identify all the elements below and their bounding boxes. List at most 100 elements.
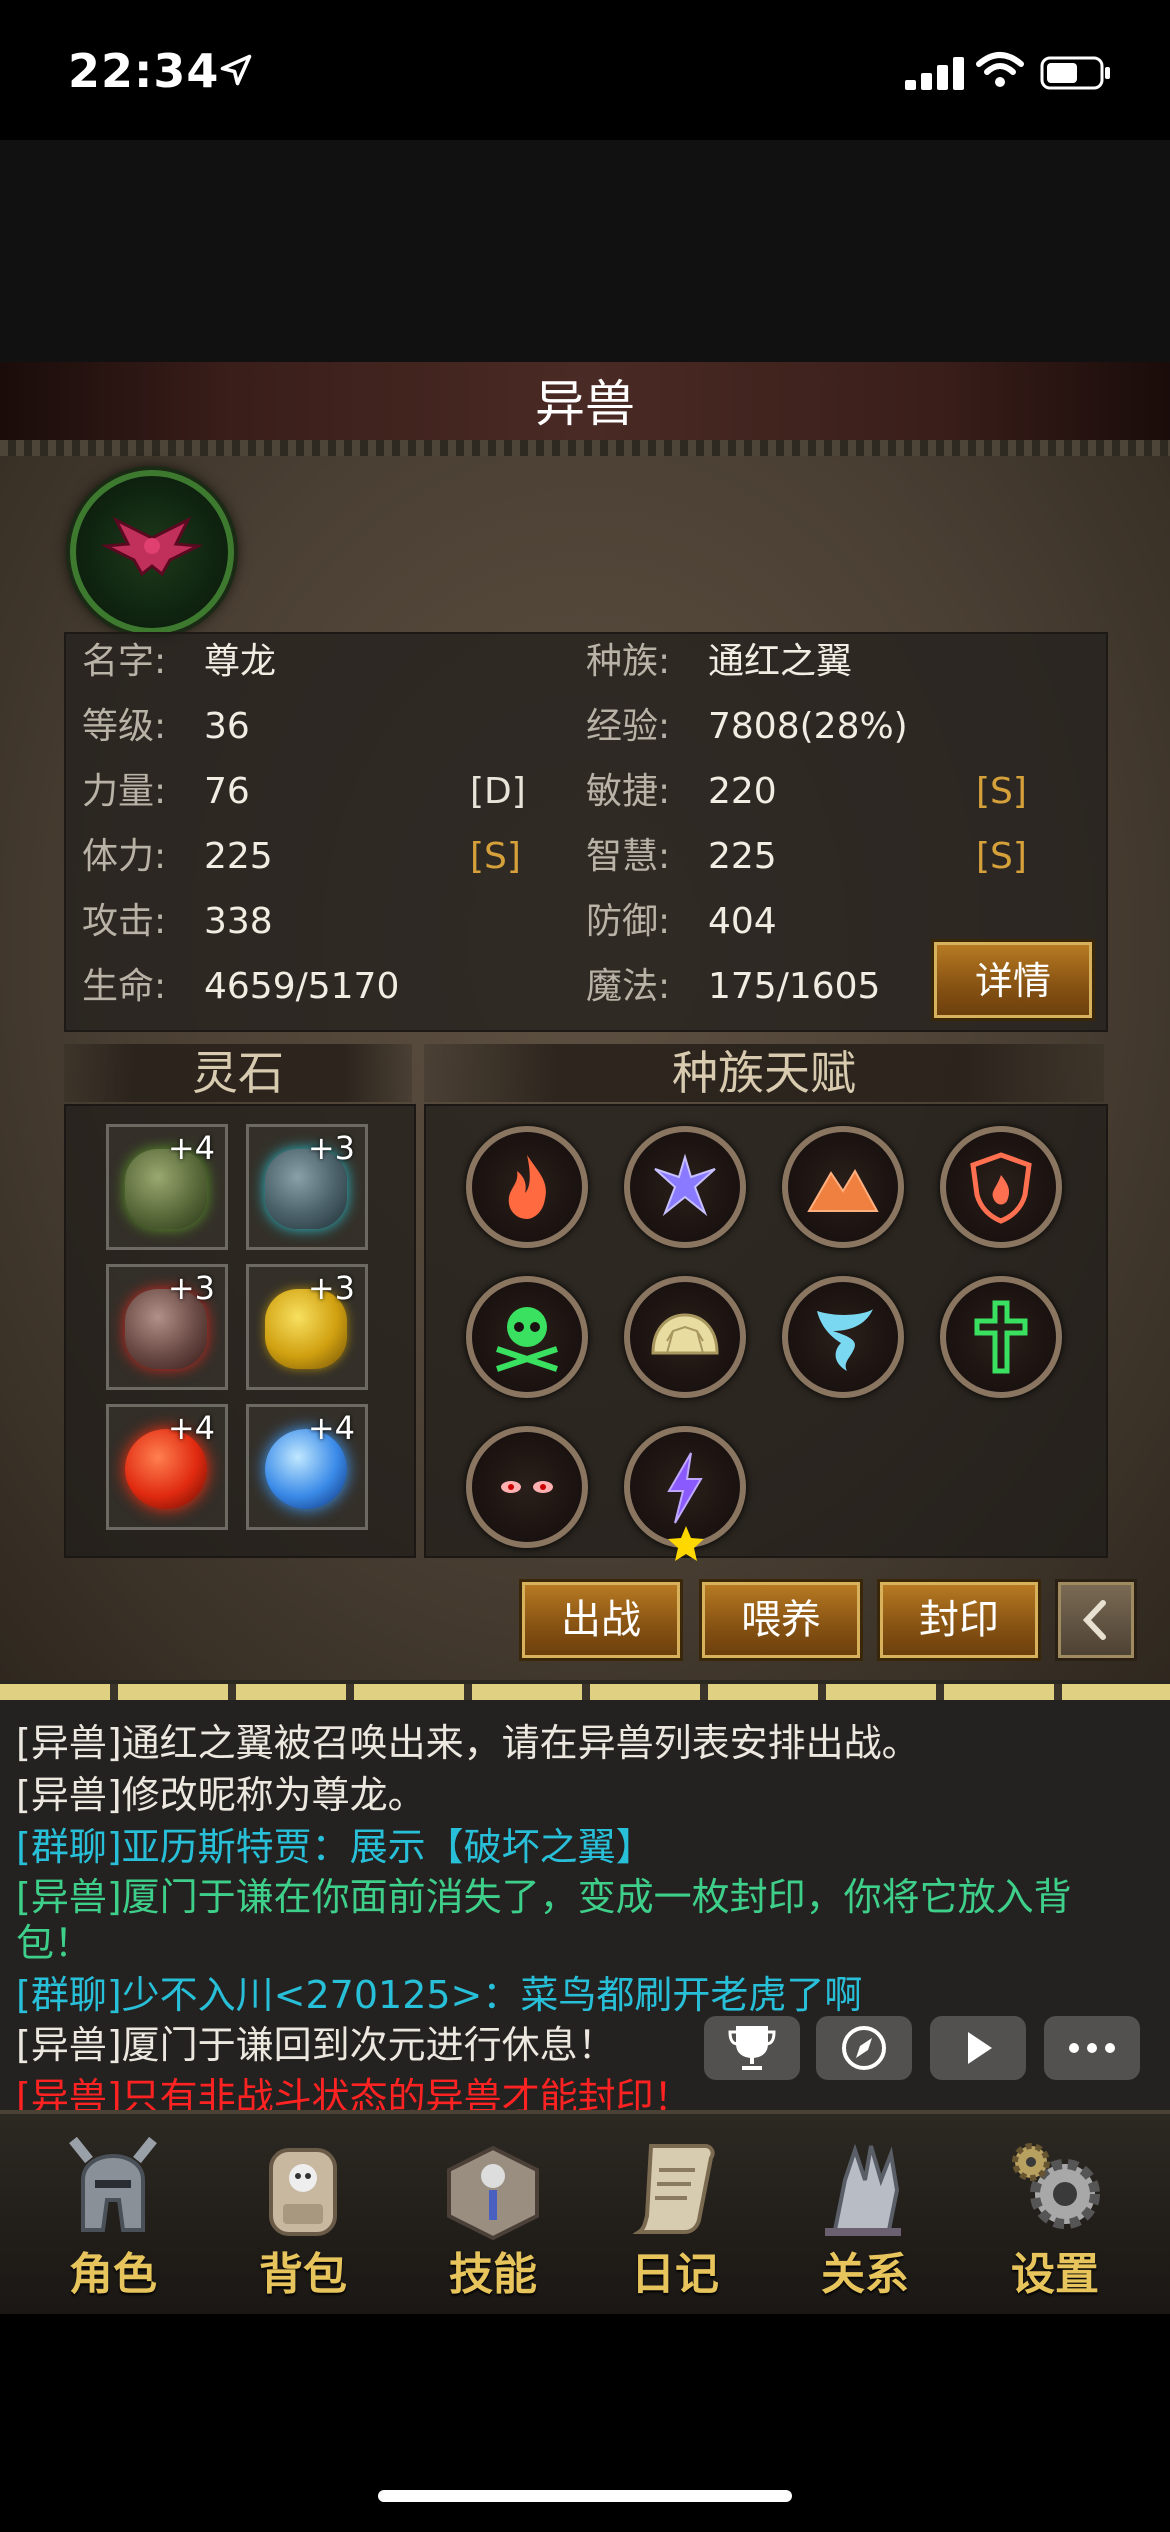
stat-grade: [S] <box>470 836 521 877</box>
chat-message: [异兽]厦门于谦回到次元进行休息！ <box>16 2023 616 2067</box>
stat-grade: [D] <box>470 771 526 812</box>
feed-button[interactable]: 喂养 <box>699 1579 863 1661</box>
nav-label: 技能 <box>449 2249 537 2300</box>
stat-value: 175/1605 <box>708 966 881 1007</box>
nav-item-backpack[interactable]: 背包 <box>228 2120 378 2310</box>
stat-value: 7808(28%) <box>708 706 908 747</box>
stat-value: 225 <box>708 836 777 877</box>
battery-icon <box>1040 56 1110 90</box>
talent-slot[interactable] <box>466 1126 588 1248</box>
stat-label: 种族: <box>586 641 671 682</box>
stone-slot[interactable]: +4 <box>106 1404 228 1530</box>
stone-slot[interactable]: +4 <box>106 1124 228 1250</box>
mountains-icon <box>807 1168 879 1212</box>
talent-slot[interactable] <box>940 1126 1062 1248</box>
gauntlet-icon <box>825 2143 901 2236</box>
talent-slot[interactable] <box>940 1276 1062 1398</box>
red-eyes-icon <box>501 1481 553 1493</box>
talent-slot[interactable] <box>466 1276 588 1398</box>
chat-input-button[interactable] <box>1044 2016 1140 2080</box>
nav-label: 背包 <box>259 2249 347 2300</box>
backpack-icon <box>269 2148 337 2236</box>
cellular-signal-icon <box>905 56 965 90</box>
nav-item-skills[interactable]: 技能 <box>418 2120 568 2310</box>
talent-slot[interactable] <box>624 1276 746 1398</box>
scroll-icon <box>632 2144 715 2234</box>
stat-label: 敏捷: <box>586 771 671 812</box>
stone-slot[interactable]: +4 <box>246 1404 368 1530</box>
compass-icon <box>842 2026 886 2070</box>
fire-icon <box>508 1155 546 1219</box>
stat-label: 智慧: <box>586 836 671 877</box>
chat-message: [异兽]通红之翼被召唤出来，请在异兽列表安排出战。 <box>16 1721 920 1765</box>
seal-button[interactable]: 封印 <box>877 1579 1041 1661</box>
stat-value: 404 <box>708 901 777 942</box>
trophy-icon <box>728 2026 776 2070</box>
stone-slot[interactable]: +3 <box>246 1124 368 1250</box>
collapse-button[interactable] <box>1055 1579 1137 1661</box>
talent-slot[interactable] <box>624 1126 746 1248</box>
stat-value: 76 <box>204 771 250 812</box>
banner-trim <box>0 440 1170 456</box>
top-spacer <box>0 140 1170 362</box>
nav-label: 设置 <box>1011 2249 1099 2300</box>
skull-crossbones-icon <box>496 1307 558 1372</box>
talent-slot[interactable] <box>466 1426 588 1548</box>
stat-value: 36 <box>204 706 250 747</box>
nav-item-settings[interactable]: 设置 <box>980 2120 1130 2310</box>
stat-value: 220 <box>708 771 777 812</box>
trophy-button[interactable] <box>704 2016 800 2080</box>
stone-level: +3 <box>307 1269 355 1307</box>
stat-label: 攻击: <box>82 901 167 942</box>
nav-label: 关系 <box>821 2249 909 2300</box>
nav-item-character[interactable]: 角色 <box>38 2120 188 2310</box>
location-arrow-icon <box>220 54 252 86</box>
nav-item-relations[interactable]: 关系 <box>790 2120 940 2310</box>
shell-icon <box>651 1313 719 1355</box>
stone-level: +4 <box>307 1409 355 1447</box>
play-button[interactable] <box>930 2016 1026 2080</box>
stat-grade: [S] <box>976 836 1027 877</box>
chevron-left-icon <box>1082 1600 1106 1640</box>
cross-icon <box>974 1300 1028 1374</box>
details-button[interactable]: 详情 <box>931 939 1095 1021</box>
red-dragon-icon <box>100 516 204 577</box>
stat-label: 体力: <box>82 836 167 877</box>
stone-level: +3 <box>307 1129 355 1167</box>
deploy-button[interactable]: 出战 <box>519 1579 683 1661</box>
home-indicator[interactable] <box>378 2490 792 2502</box>
race-talent-header: 种族天赋 <box>424 1044 1104 1102</box>
fire-shield-icon <box>970 1152 1032 1224</box>
stat-value: 尊龙 <box>204 641 277 682</box>
lightning-icon <box>667 1452 703 1524</box>
talent-slot[interactable] <box>782 1276 904 1398</box>
clock: 22:34 <box>68 44 220 98</box>
stat-value: 4659/5170 <box>204 966 400 1007</box>
stat-label: 防御: <box>586 901 671 942</box>
beast-avatar[interactable] <box>70 470 234 634</box>
helmet-icon <box>69 2136 157 2232</box>
talent-slot[interactable] <box>782 1126 904 1248</box>
status-bar: 22:34 <box>0 0 1170 140</box>
stat-label: 等级: <box>82 706 167 747</box>
nav-item-diary[interactable]: 日记 <box>600 2120 750 2310</box>
stone-level: +4 <box>167 1409 215 1447</box>
chat-message: [群聊]亚历斯特贾：展示【破坏之翼】 <box>16 1825 654 1869</box>
stone-slot[interactable]: +3 <box>246 1264 368 1390</box>
nav-label: 日记 <box>631 2249 719 2300</box>
compass-button[interactable] <box>816 2016 912 2080</box>
stat-label: 魔法: <box>586 966 671 1007</box>
chat-message: [异兽]厦门于谦在你面前消失了，变成一枚封印，你将它放入背包！ <box>16 1875 1072 1965</box>
spirit-stone-header: 灵石 <box>64 1044 412 1102</box>
stone-slot[interactable]: +3 <box>106 1264 228 1390</box>
stone-level: +3 <box>167 1269 215 1307</box>
speech-bubble-icon <box>1069 2043 1115 2053</box>
stat-value: 通红之翼 <box>708 641 853 682</box>
stat-value: 225 <box>204 836 273 877</box>
tornado-icon <box>817 1309 873 1371</box>
winged-figure-icon <box>654 1153 716 1217</box>
skill-book-icon <box>447 2145 539 2241</box>
stat-grade: [S] <box>976 771 1027 812</box>
stat-label: 名字: <box>82 641 167 682</box>
stat-value: 338 <box>204 901 273 942</box>
